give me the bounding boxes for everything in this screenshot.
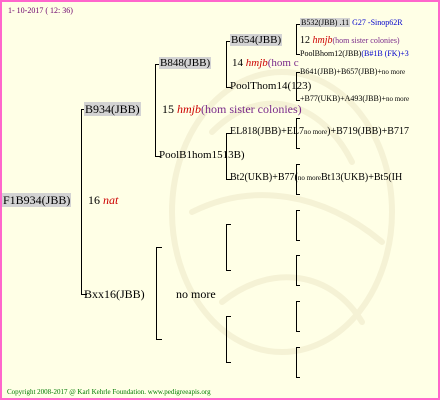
gen3-queen-4-label[interactable]: Bt2(UKB)+B77(no moreBt13(UKB)+Bt5(IH bbox=[230, 172, 402, 183]
gen3-queen-3-label[interactable]: EL818(JBB)+EL7no more)+B719(JBB)+B717 bbox=[230, 126, 409, 137]
connector-gen4-1 bbox=[296, 24, 297, 54]
gen2-queen-1-label[interactable]: B848(JBB) bbox=[159, 57, 212, 69]
connector-gen4-4-bottom bbox=[296, 194, 300, 195]
connector-gen3-d-top bbox=[226, 316, 231, 317]
gen4-queen-3-label[interactable]: B641(JBB)+B657(JBB)+no more bbox=[300, 67, 405, 76]
connector-gen2 bbox=[155, 64, 156, 156]
footer-copyright: Copyright 2008-2017 @ Karl Kehrle Founda… bbox=[7, 388, 211, 396]
connector-gen4-8-bottom bbox=[296, 377, 300, 378]
connector-gen4-7-top bbox=[296, 301, 300, 302]
connector-gen2-lower-top bbox=[156, 247, 162, 248]
gen2-queen-1-info: 14 hmjb(hom c bbox=[232, 57, 299, 69]
gen2-queen-2-label[interactable]: PoolB1hom1513B) bbox=[159, 149, 245, 161]
connector-gen4-6-top bbox=[296, 255, 300, 256]
connector-gen4-8-top bbox=[296, 347, 300, 348]
gen4-queen-1-label[interactable]: B532(JBB) .11 G27 -Sinop62R bbox=[300, 18, 403, 27]
gen3-queen-1-label[interactable]: B654(JBB) bbox=[230, 34, 283, 46]
connector-gen4-5 bbox=[296, 210, 297, 240]
connector-gen3-d-bottom bbox=[226, 362, 231, 363]
gen1-queen-1-label[interactable]: B934(JBB) bbox=[84, 102, 141, 117]
connector-gen3-a bbox=[226, 41, 227, 87]
gen4-queen-4-label[interactable]: +B77(UKB)+A493(JBB)+no more bbox=[300, 94, 409, 103]
connector-gen4-6 bbox=[296, 255, 297, 285]
connector-gen4-3-top bbox=[296, 118, 300, 119]
gen3-queen-1-info: 12 hmjb(hom sister colonies) bbox=[300, 35, 400, 46]
root-queen-label[interactable]: F1B934(JBB) bbox=[2, 193, 72, 208]
connector-gen3-d bbox=[226, 316, 227, 362]
connector-gen3-c bbox=[226, 224, 227, 270]
gen4-queen-2-label[interactable]: PoolBhom12(JBB)(B#1B (FK)+3 bbox=[300, 49, 409, 58]
connector-gen3-c-top bbox=[226, 224, 231, 225]
connector-gen3-c-bottom bbox=[226, 270, 231, 271]
connector-gen4-7-bottom bbox=[296, 331, 300, 332]
connector-gen1 bbox=[81, 109, 82, 294]
gen3-queen-2-label[interactable]: PoolThom14(123) bbox=[230, 80, 311, 92]
root-queen-info: 16 nat bbox=[88, 193, 119, 207]
connector-gen4-8 bbox=[296, 347, 297, 377]
pedigree-frame: 1- 10-2017 ( 12: 36) Copyright 2008-2017… bbox=[0, 0, 440, 400]
header-date: 1- 10-2017 ( 12: 36) bbox=[8, 6, 73, 15]
connector-gen2-lower bbox=[156, 247, 157, 339]
gen1-queen-2-extra: no more bbox=[176, 287, 216, 301]
gen1-queen-2-label[interactable]: Bxx16(JBB) bbox=[84, 287, 145, 302]
connector-gen4-7 bbox=[296, 301, 297, 331]
connector-gen4-3-bottom bbox=[296, 148, 300, 149]
connector-gen4-6-bottom bbox=[296, 285, 300, 286]
gen1-queen-1-info: 15 hmjb(hom sister colonies) bbox=[162, 102, 302, 116]
connector-gen2-lower-bottom bbox=[156, 339, 162, 340]
connector-gen4-4-top bbox=[296, 164, 300, 165]
connector-gen4-5-top bbox=[296, 210, 300, 211]
connector-gen4-5-bottom bbox=[296, 240, 300, 241]
